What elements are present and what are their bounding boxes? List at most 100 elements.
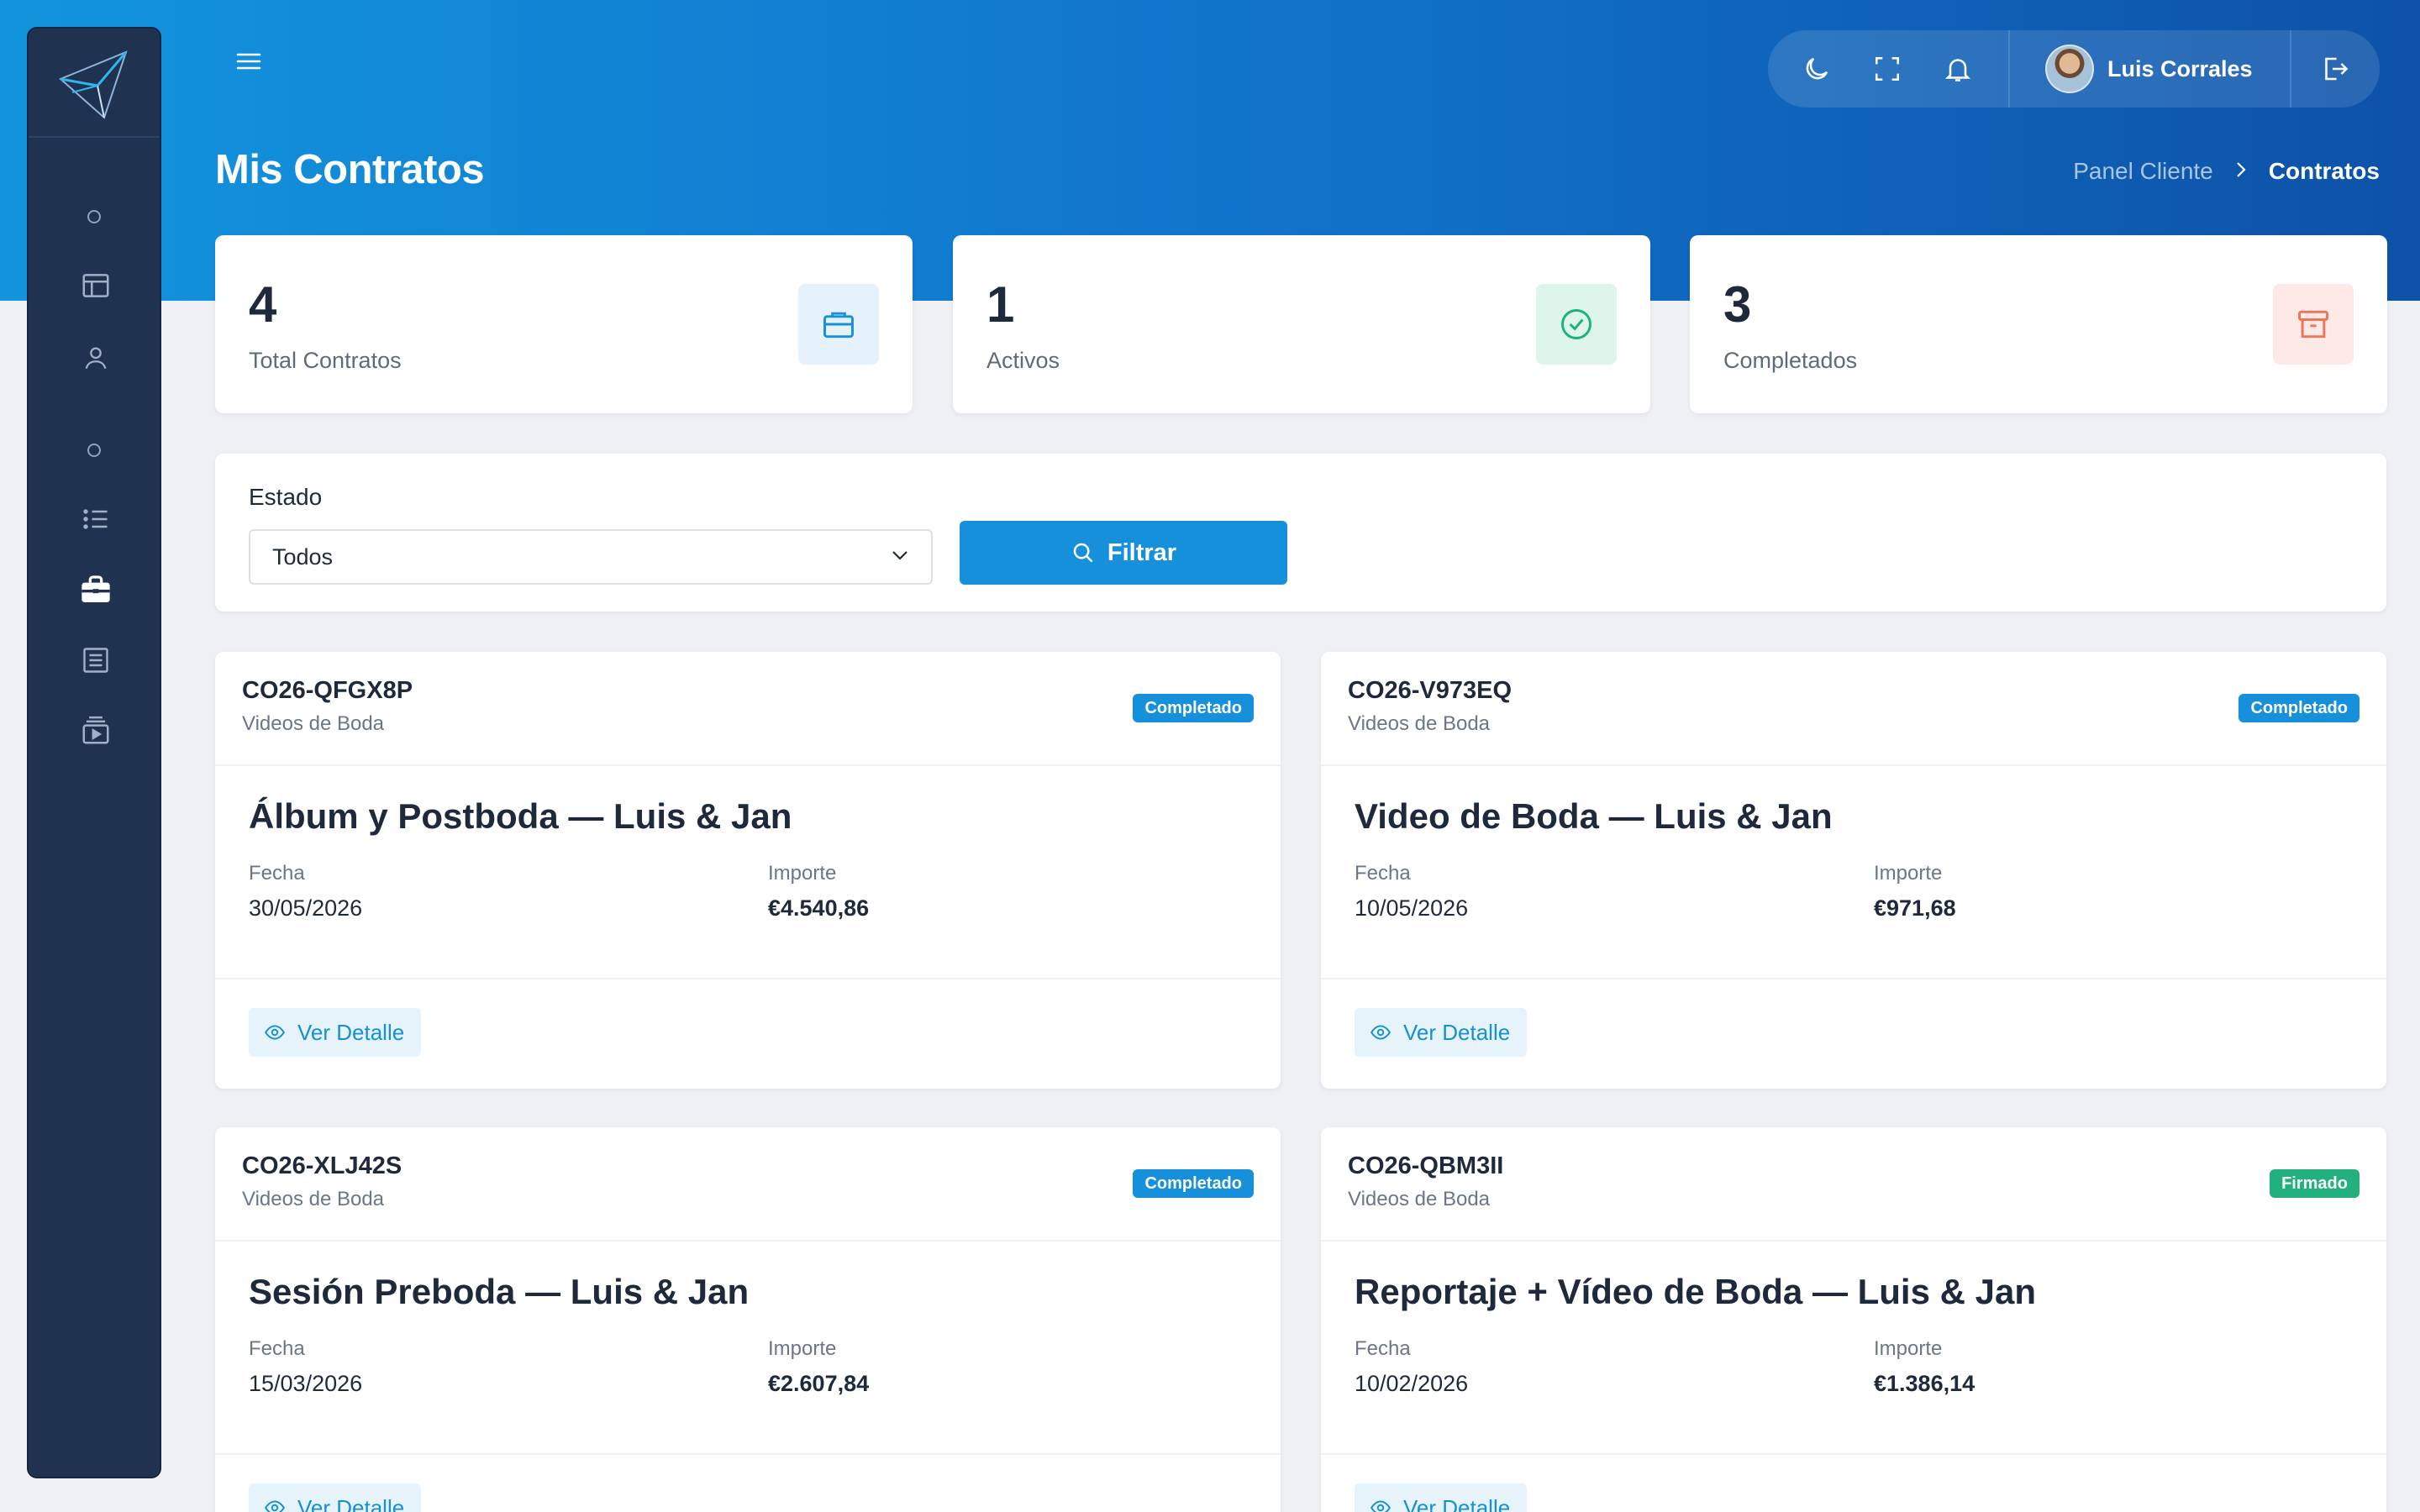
logout-icon[interactable] xyxy=(2291,30,2379,108)
contract-category: Videos de Boda xyxy=(242,1188,385,1210)
view-detail-label: Ver Detalle xyxy=(297,1494,405,1512)
eye-icon xyxy=(1370,1500,1391,1512)
avatar xyxy=(2045,45,2094,93)
eye-icon xyxy=(265,1500,285,1512)
contract-date: 30/05/2026 xyxy=(249,895,363,921)
logo-plane-icon xyxy=(59,50,128,119)
stat-value: 1 xyxy=(986,276,1015,333)
contract-amount: €1.386,14 xyxy=(1874,1371,1975,1396)
sidebar xyxy=(27,27,161,1478)
contract-date: 10/05/2026 xyxy=(1355,895,1469,921)
date-label: Fecha xyxy=(1355,862,1411,885)
filter-button-label: Filtrar xyxy=(1107,538,1177,566)
contract-category: Videos de Boda xyxy=(1348,712,1491,735)
status-badge: Firmado xyxy=(2270,1169,2360,1198)
page-title: Mis Contratos xyxy=(215,147,485,192)
check-circle-icon xyxy=(1536,284,1617,365)
stat-card-activos: 1 Activos xyxy=(953,235,1650,413)
fullscreen-icon[interactable] xyxy=(1852,30,1923,108)
status-select[interactable]: Todos xyxy=(249,529,933,585)
contract-card-footer: Ver Detalle xyxy=(1321,978,2386,1089)
breadcrumb-link[interactable]: Panel Cliente xyxy=(2073,158,2213,185)
user-icon[interactable] xyxy=(72,334,119,381)
contract-card-header: CO26-QFGX8P Videos de Boda Completado xyxy=(215,652,1281,766)
contract-card-footer: Ver Detalle xyxy=(215,978,1281,1089)
contract-category: Videos de Boda xyxy=(242,712,385,735)
user-menu[interactable]: Luis Corrales xyxy=(2010,30,2290,108)
document-icon[interactable] xyxy=(72,637,119,684)
amount-label: Importe xyxy=(1874,862,1943,885)
section-dot-icon xyxy=(87,210,101,223)
stat-label: Activos xyxy=(986,348,1060,373)
user-name: Luis Corrales xyxy=(2107,55,2253,81)
contract-title: Álbum y Postboda — Luis & Jan xyxy=(249,796,792,836)
stat-label: Total Contratos xyxy=(249,348,402,373)
contract-title: Reportaje + Vídeo de Boda — Luis & Jan xyxy=(1355,1272,2037,1311)
stat-card-completados: 3 Completados xyxy=(1690,235,2387,413)
contract-code: CO26-XLJ42S xyxy=(242,1152,402,1179)
filter-button[interactable]: Filtrar xyxy=(960,521,1287,585)
contract-amount: €971,68 xyxy=(1874,895,1956,921)
section-dot-icon xyxy=(87,444,101,457)
menu-icon[interactable] xyxy=(234,49,264,74)
stat-label: Completados xyxy=(1723,348,1858,373)
bell-icon[interactable] xyxy=(1923,30,1993,108)
contract-card-footer: Ver Detalle xyxy=(215,1453,1281,1512)
view-detail-button[interactable]: Ver Detalle xyxy=(1355,1008,1528,1057)
contract-code: CO26-V973EQ xyxy=(1348,677,1512,704)
amount-label: Importe xyxy=(1874,1337,1943,1360)
contract-card: CO26-QBM3II Videos de Boda Firmado Repor… xyxy=(1321,1127,2386,1512)
eye-icon xyxy=(265,1025,285,1040)
contract-date: 10/02/2026 xyxy=(1355,1371,1469,1396)
stat-value: 3 xyxy=(1723,276,1752,333)
breadcrumb: Panel Cliente Contratos xyxy=(2073,158,2380,185)
briefcase-icon[interactable] xyxy=(72,566,119,613)
date-label: Fecha xyxy=(249,862,305,885)
contract-amount: €4.540,86 xyxy=(768,895,870,921)
layout-icon[interactable] xyxy=(72,262,119,309)
chevron-down-icon xyxy=(891,549,909,565)
contract-card: CO26-XLJ42S Videos de Boda Completado Se… xyxy=(215,1127,1281,1512)
list-icon[interactable] xyxy=(72,496,119,543)
contract-code: CO26-QBM3II xyxy=(1348,1152,1504,1179)
amount-label: Importe xyxy=(768,1337,837,1360)
view-detail-button[interactable]: Ver Detalle xyxy=(249,1008,422,1057)
search-icon xyxy=(1073,543,1093,563)
stat-value: 4 xyxy=(249,276,277,333)
contract-code: CO26-QFGX8P xyxy=(242,677,413,704)
status-select-value: Todos xyxy=(272,543,334,570)
contract-card: CO26-V973EQ Videos de Boda Completado Vi… xyxy=(1321,652,2386,1089)
contract-card-header: CO26-QBM3II Videos de Boda Firmado xyxy=(1321,1127,2386,1242)
view-detail-label: Ver Detalle xyxy=(1403,1494,1511,1512)
contract-title: Sesión Preboda — Luis & Jan xyxy=(249,1272,750,1311)
status-badge: Completado xyxy=(1133,1169,1254,1198)
view-detail-label: Ver Detalle xyxy=(1403,1019,1511,1045)
archive-icon xyxy=(2273,284,2354,365)
moon-icon[interactable] xyxy=(1781,30,1852,108)
status-badge: Completado xyxy=(1133,694,1254,722)
contract-card-header: CO26-XLJ42S Videos de Boda Completado xyxy=(215,1127,1281,1242)
stat-card-total: 4 Total Contratos xyxy=(215,235,913,413)
contract-category: Videos de Boda xyxy=(1348,1188,1491,1210)
status-filter-label: Estado xyxy=(249,484,323,510)
breadcrumb-current: Contratos xyxy=(2268,158,2380,184)
top-toolbar: Luis Corrales xyxy=(1768,30,2380,108)
view-detail-button[interactable]: Ver Detalle xyxy=(249,1483,422,1512)
view-detail-label: Ver Detalle xyxy=(297,1019,405,1045)
contract-card-footer: Ver Detalle xyxy=(1321,1453,2386,1512)
amount-label: Importe xyxy=(768,862,837,885)
status-badge: Completado xyxy=(2238,694,2360,722)
contract-amount: €2.607,84 xyxy=(768,1371,870,1396)
video-library-icon[interactable] xyxy=(72,707,119,754)
contract-card-header: CO26-V973EQ Videos de Boda Completado xyxy=(1321,652,2386,766)
logo[interactable] xyxy=(29,29,160,138)
eye-icon xyxy=(1370,1025,1391,1040)
briefcase-icon xyxy=(798,284,879,365)
contract-date: 15/03/2026 xyxy=(249,1371,363,1396)
filter-panel: Estado Todos Filtrar xyxy=(215,454,2386,612)
date-label: Fecha xyxy=(249,1337,305,1360)
view-detail-button[interactable]: Ver Detalle xyxy=(1355,1483,1528,1512)
contract-card: CO26-QFGX8P Videos de Boda Completado Ál… xyxy=(215,652,1281,1089)
chevron-right-icon xyxy=(2235,158,2247,185)
contract-title: Video de Boda — Luis & Jan xyxy=(1355,796,1833,836)
